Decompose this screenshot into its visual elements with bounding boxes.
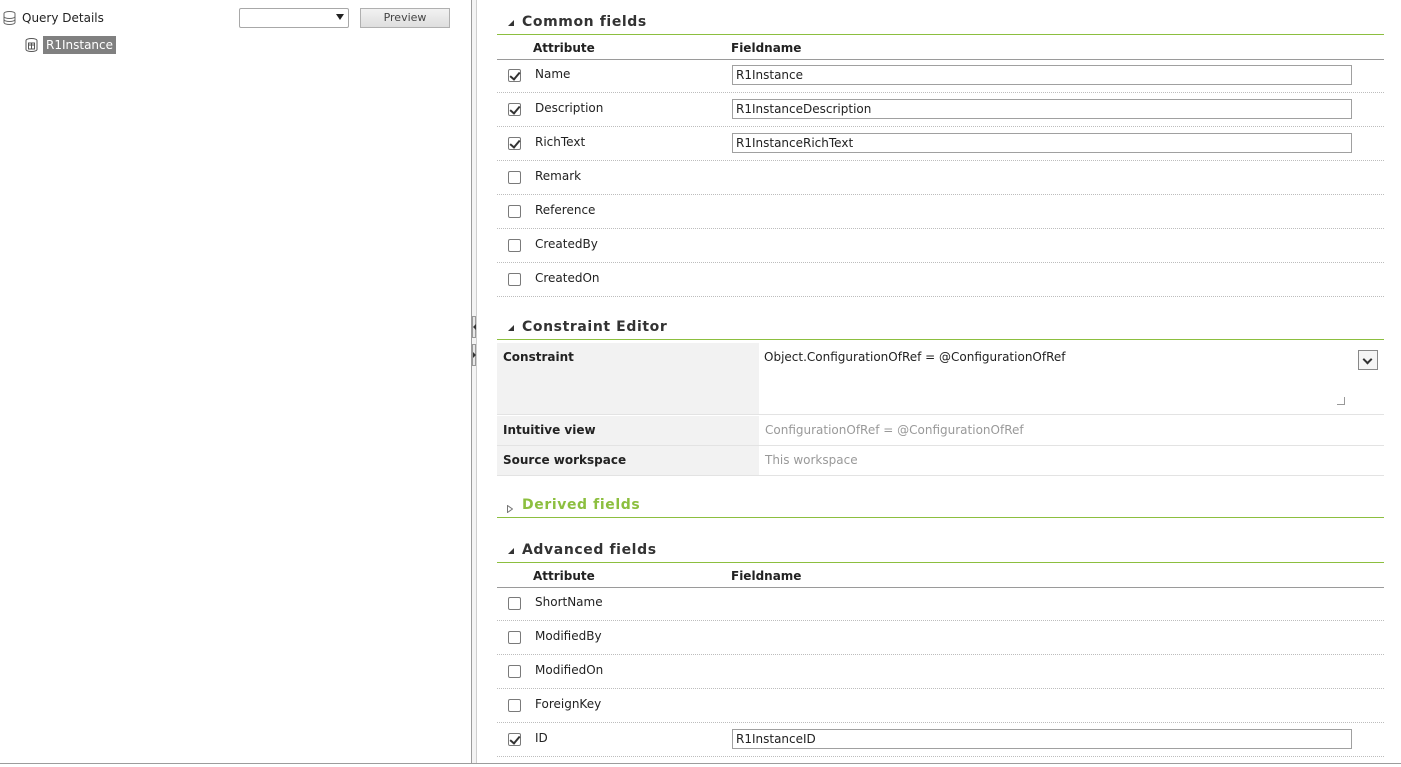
intuitive-view-label: Intuitive view [497, 416, 759, 445]
section-title: Common fields [522, 14, 647, 30]
fieldname-input[interactable]: R1Instance [732, 65, 1352, 85]
attribute-label: ModifiedBy [535, 629, 602, 643]
attribute-label: ID [535, 731, 548, 745]
attribute-label: Reference [535, 203, 596, 217]
source-workspace-label: Source workspace [497, 446, 759, 475]
constraint-row: Constraint Object.ConfigurationOfRef = @… [497, 343, 1384, 415]
table-row: CreatedBy [497, 229, 1384, 263]
section-constraint-editor[interactable]: Constraint Editor [497, 316, 1384, 340]
tree-item-r1instance[interactable]: R1Instance [25, 35, 117, 55]
table-row: Reference [497, 195, 1384, 229]
tree-item-label: R1Instance [43, 36, 117, 54]
table-row: ModifiedBy [497, 621, 1384, 655]
table-row: ModifiedOn [497, 655, 1384, 689]
table-row: CreatedOn [497, 263, 1384, 297]
table-row: Description R1InstanceDescription [497, 93, 1384, 127]
intuitive-view-value: ConfigurationOfRef = @ConfigurationOfRef [765, 423, 1024, 437]
preview-button[interactable]: Preview [360, 8, 450, 28]
attribute-label: ModifiedOn [535, 663, 604, 677]
resize-grip-icon[interactable] [1337, 397, 1345, 405]
fieldname-input[interactable]: R1InstanceRichText [732, 133, 1352, 153]
section-derived-fields[interactable]: Derived fields [497, 494, 1384, 518]
attribute-label: Name [535, 67, 571, 81]
attribute-checkbox[interactable] [508, 273, 521, 286]
table-row: Remark [497, 161, 1384, 195]
attribute-checkbox[interactable] [508, 103, 521, 116]
section-common-fields[interactable]: Common fields [497, 11, 1384, 35]
database-icon [3, 11, 16, 25]
bottom-border [0, 763, 1401, 764]
attribute-label: Remark [535, 169, 582, 183]
attribute-checkbox[interactable] [508, 597, 521, 610]
common-fields-header: Attribute Fieldname [497, 38, 1384, 60]
constraint-label: Constraint [497, 343, 759, 414]
attribute-checkbox[interactable] [508, 69, 521, 82]
tree-item-query-details[interactable]: Query Details [3, 8, 104, 28]
intuitive-view-row: Intuitive view ConfigurationOfRef = @Con… [497, 416, 1384, 446]
attribute-checkbox[interactable] [508, 239, 521, 252]
attribute-checkbox[interactable] [508, 665, 521, 678]
table-icon [25, 38, 38, 52]
section-title: Derived fields [522, 497, 641, 513]
column-header-fieldname: Fieldname [731, 569, 802, 583]
attribute-label: CreatedOn [535, 271, 600, 285]
attribute-label: ForeignKey [535, 697, 602, 711]
attribute-checkbox[interactable] [508, 733, 521, 746]
table-row: Name R1Instance [497, 59, 1384, 93]
section-advanced-fields[interactable]: Advanced fields [497, 539, 1384, 563]
constraint-dropdown-button[interactable] [1358, 350, 1378, 370]
attribute-label: Description [535, 101, 604, 115]
collapse-left-icon[interactable] [472, 316, 476, 338]
tree-item-label: Query Details [22, 11, 104, 25]
collapse-triangle-icon [508, 548, 514, 554]
attribute-label: ShortName [535, 595, 603, 609]
column-header-attribute: Attribute [533, 569, 595, 583]
view-select[interactable] [239, 8, 349, 28]
constraint-textarea[interactable]: Object.ConfigurationOfRef = @Configurati… [763, 347, 1347, 407]
pane-splitter[interactable] [471, 0, 477, 763]
attribute-checkbox[interactable] [508, 137, 521, 150]
column-header-fieldname: Fieldname [731, 41, 802, 55]
source-workspace-value: This workspace [765, 453, 858, 467]
attribute-checkbox[interactable] [508, 631, 521, 644]
attribute-label: CreatedBy [535, 237, 598, 251]
source-workspace-row: Source workspace This workspace [497, 446, 1384, 476]
column-header-attribute: Attribute [533, 41, 595, 55]
details-pane: Common fields Attribute Fieldname Name R1… [478, 0, 1401, 763]
collapse-triangle-icon [508, 20, 514, 26]
table-row: ID R1InstanceID [497, 723, 1384, 757]
fieldname-input[interactable]: R1InstanceID [732, 729, 1352, 749]
table-row: ForeignKey [497, 689, 1384, 723]
constraint-text: Object.ConfigurationOfRef = @Configurati… [764, 350, 1066, 364]
attribute-checkbox[interactable] [508, 171, 521, 184]
attribute-label: RichText [535, 135, 586, 149]
expand-right-icon[interactable] [472, 344, 476, 366]
advanced-fields-header: Attribute Fieldname [497, 566, 1384, 588]
chevron-down-icon [336, 14, 344, 20]
fieldname-input[interactable]: R1InstanceDescription [732, 99, 1352, 119]
query-tree-pane: Query Details R1Instance Preview [0, 0, 471, 763]
table-row: ShortName [497, 587, 1384, 621]
attribute-checkbox[interactable] [508, 699, 521, 712]
expand-triangle-icon [507, 502, 514, 514]
collapse-triangle-icon [508, 325, 514, 331]
section-title: Constraint Editor [522, 319, 668, 335]
section-title: Advanced fields [522, 542, 657, 558]
table-row: RichText R1InstanceRichText [497, 127, 1384, 161]
attribute-checkbox[interactable] [508, 205, 521, 218]
